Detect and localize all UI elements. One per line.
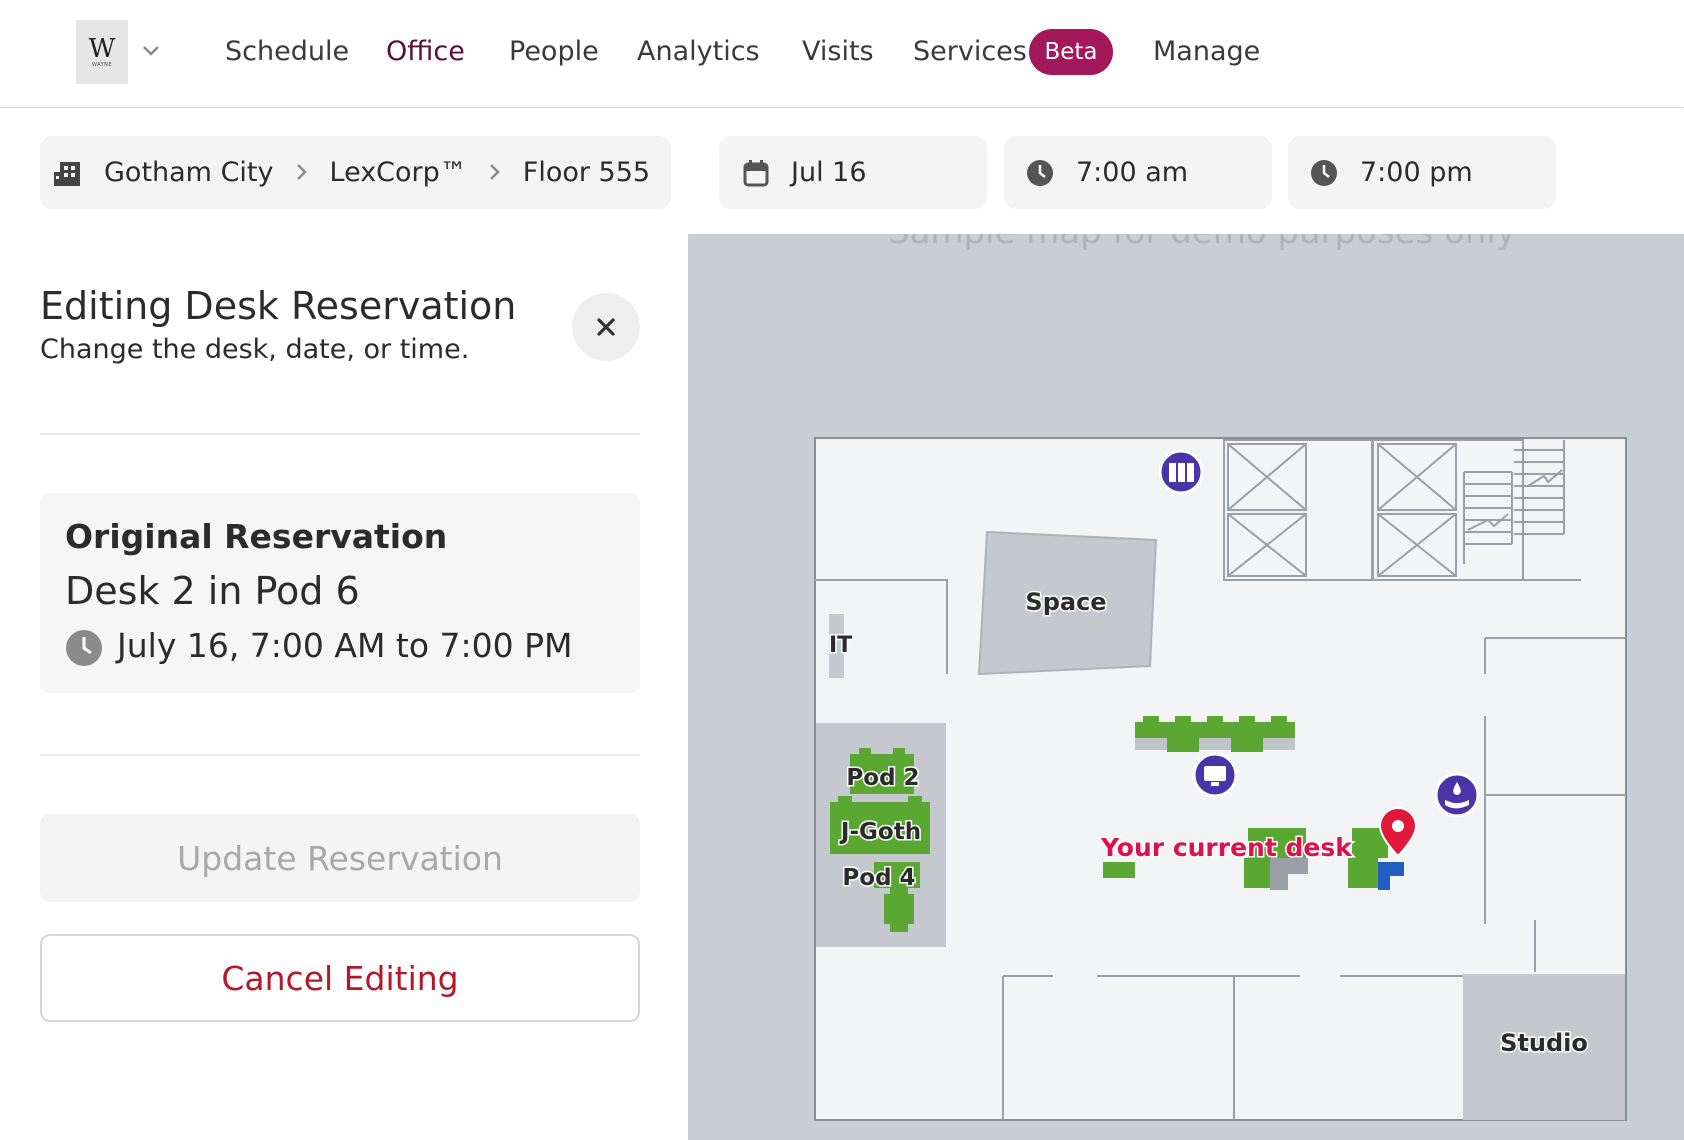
nav-schedule[interactable]: Schedule (225, 34, 349, 70)
floor-map[interactable]: Sample map for demo purposes only (688, 234, 1684, 1140)
divider (40, 754, 640, 756)
nav-services[interactable]: Services (913, 34, 1027, 70)
original-reservation-card: Original Reservation Desk 2 in Pod 6 Jul… (40, 493, 640, 693)
building-icon (54, 160, 82, 186)
chevron-right-icon (489, 159, 501, 187)
logo-subtext: WAYNE (91, 62, 113, 68)
top-nav: W WAYNE Schedule Office People Analytics… (0, 0, 1684, 108)
nav-manage[interactable]: Manage (1153, 34, 1260, 70)
hand-wash-icon[interactable] (1434, 772, 1480, 818)
reservation-panel: Editing Desk Reservation Change the desk… (0, 234, 688, 1140)
nav-office[interactable]: Office (386, 34, 465, 70)
desk-row-pod[interactable] (1135, 716, 1295, 752)
end-time-picker[interactable]: 7:00 pm (1288, 136, 1556, 209)
breadcrumb-floor[interactable]: Floor 555 (523, 157, 650, 188)
chevron-down-icon[interactable] (140, 40, 162, 62)
panel-title: Editing Desk Reservation (40, 284, 517, 328)
clock-icon (65, 629, 103, 667)
logo-mark: W (88, 34, 116, 64)
lockers-icon[interactable] (1158, 449, 1204, 495)
label-current-desk: Your current desk (1100, 833, 1353, 862)
original-time-row: July 16, 7:00 AM to 7:00 PM (65, 623, 573, 667)
floor-plan[interactable]: Space IT Pod 2 J-Goth Pod 4 Your current… (688, 234, 1684, 1140)
start-time-picker[interactable]: 7:00 am (1004, 136, 1272, 209)
original-reservation-heading: Original Reservation (65, 517, 448, 556)
label-it: IT (829, 633, 852, 658)
label-pod2: Pod 2 (846, 765, 919, 791)
beta-badge: Beta (1029, 29, 1113, 75)
panel-subtitle: Change the desk, date, or time. (40, 334, 470, 365)
label-pod4: Pod 4 (842, 865, 915, 891)
filter-bar: Gotham City LexCorp™ Floor 555 Jul 16 7:… (0, 109, 1684, 234)
date-value: Jul 16 (791, 157, 867, 188)
label-studio: Studio (1500, 1029, 1588, 1057)
calendar-icon (743, 159, 769, 187)
breadcrumb-building[interactable]: LexCorp™ (330, 157, 467, 188)
clock-icon (1026, 159, 1054, 187)
clock-icon (1310, 159, 1338, 187)
update-reservation-button[interactable]: Update Reservation (40, 814, 640, 902)
nav-analytics[interactable]: Analytics (637, 34, 760, 70)
start-time-value: 7:00 am (1076, 157, 1189, 188)
nav-visits[interactable]: Visits (802, 34, 874, 70)
date-picker[interactable]: Jul 16 (719, 136, 987, 209)
company-logo[interactable]: W WAYNE (76, 20, 128, 84)
original-desk: Desk 2 in Pod 6 (65, 569, 360, 613)
end-time-value: 7:00 pm (1360, 157, 1473, 188)
original-time: July 16, 7:00 AM to 7:00 PM (117, 625, 573, 665)
label-jgoth: J-Goth (839, 819, 921, 845)
chevron-right-icon (296, 159, 308, 187)
label-space: Space (1025, 588, 1106, 616)
nav-people[interactable]: People (509, 34, 599, 70)
divider (40, 433, 640, 435)
close-button[interactable] (572, 293, 640, 361)
cancel-editing-button[interactable]: Cancel Editing (40, 934, 640, 1022)
close-icon (596, 317, 616, 337)
location-breadcrumb[interactable]: Gotham City LexCorp™ Floor 555 (40, 136, 671, 209)
breadcrumb-city[interactable]: Gotham City (104, 157, 274, 188)
monitor-icon[interactable] (1192, 752, 1238, 798)
